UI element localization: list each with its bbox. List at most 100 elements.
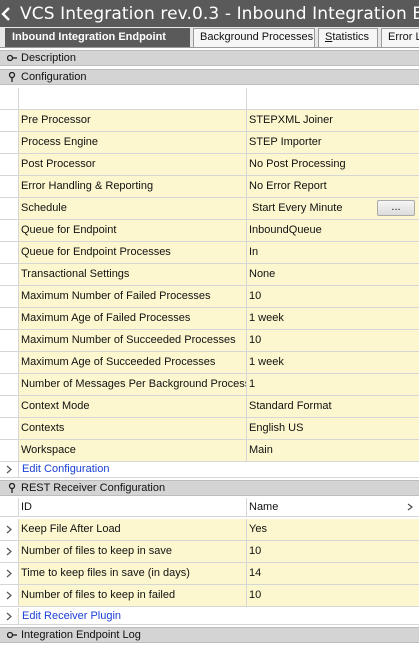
table-row[interactable]: Pre Processor STEPXML Joiner [0,110,419,132]
tab-statistics[interactable]: Statistics [318,28,378,47]
receiver-header-row: ID Name [0,498,419,517]
row-gutter [0,110,19,131]
column-header-name[interactable]: Name [247,498,419,516]
window-title: VCS Integration rev.0.3 - Inbound Integr… [20,3,419,24]
tab-inbound-integration-endpoint[interactable]: Inbound Integration Endpoint [5,28,190,47]
section-rest-receiver[interactable]: REST Receiver Configuration [0,480,419,496]
section-title: Integration Endpoint Log [21,629,141,641]
table-row[interactable]: Keep File After Load Yes [0,519,419,541]
table-row[interactable]: Maximum Age of Failed Processes 1 week [0,308,419,330]
edit-configuration-row: Edit Configuration [0,461,419,478]
row-gutter [0,132,19,153]
row-gutter [0,264,19,285]
table-row[interactable]: Time to keep files in save (in days) 14 [0,563,419,585]
row-value[interactable]: 10 [247,541,419,562]
row-key: Maximum Age of Succeeded Processes [19,352,247,373]
tab-error-log[interactable]: Error Log [381,28,419,47]
table-row[interactable]: Contexts English US [0,418,419,440]
row-key: Post Processor [19,154,247,175]
row-gutter [0,154,19,175]
row-value[interactable]: 14 [247,563,419,584]
right-arrow-icon [6,525,12,534]
pin-icon [5,481,19,495]
row-value[interactable]: No Error Report [247,176,419,197]
schedule-ellipsis-button[interactable]: ... [377,200,415,216]
row-key: Number of Messages Per Background Proces… [19,374,247,395]
table-row[interactable]: Maximum Age of Succeeded Processes 1 week [0,352,419,374]
row-gutter [0,418,19,439]
row-value[interactable]: 10 [247,585,419,606]
table-row[interactable]: Process Engine STEP Importer [0,132,419,154]
tab-bar: Inbound Integration Endpoint Background … [0,27,419,48]
section-title: Configuration [21,71,87,83]
tab-label: Inbound Integration Endpoint [12,31,166,43]
row-key: Workspace [19,440,247,461]
edit-configuration-link[interactable]: Edit Configuration [22,461,109,477]
row-gutter [0,352,19,373]
row-value[interactable]: Main [247,440,419,461]
section-title: Description [21,52,77,64]
right-arrow-icon [6,569,12,578]
row-gutter [0,440,19,461]
table-row[interactable]: Error Handling & Reporting No Error Repor… [0,176,419,198]
row-gutter [0,242,19,263]
row-value[interactable]: English US [247,418,419,439]
row-key: Process Engine [19,132,247,153]
tab-label: Background Processes [200,31,314,43]
row-value[interactable]: 1 week [247,352,419,373]
row-gutter [0,519,19,540]
section-configuration[interactable]: Configuration [0,69,419,85]
table-row[interactable]: Workspace Main [0,440,419,462]
column-header-id[interactable]: ID [19,498,247,516]
row-value[interactable]: None [247,264,419,285]
tab-label: Error Log [388,31,419,43]
section-integration-endpoint-log[interactable]: Integration Endpoint Log [0,627,419,643]
column-header-label: Name [249,501,279,513]
right-arrow-icon [6,612,12,621]
table-row[interactable]: Maximum Number of Failed Processes 10 [0,286,419,308]
right-arrow-icon [6,465,12,474]
table-row[interactable]: Queue for Endpoint InboundQueue [0,220,419,242]
row-key: Transactional Settings [19,264,247,285]
row-value[interactable]: 1 week [247,308,419,329]
row-value[interactable]: STEP Importer [247,132,419,153]
row-value[interactable]: STEPXML Joiner [247,110,419,131]
row-value[interactable]: Standard Format [247,396,419,417]
row-gutter [0,176,19,197]
row-gutter [0,541,19,562]
tab-background-processes[interactable]: Background Processes [193,28,315,47]
row-key: Schedule [19,198,247,219]
row-gutter [0,286,19,307]
table-row[interactable]: Context Mode Standard Format [0,396,419,418]
row-value[interactable]: 10 [247,286,419,307]
row-key: Queue for Endpoint Processes [19,242,247,263]
row-value[interactable]: 1 [247,374,419,395]
row-gutter [0,461,19,477]
row-gutter [0,585,19,606]
row-value[interactable]: InboundQueue [247,220,419,241]
row-value[interactable]: No Post Processing [247,154,419,175]
row-key: Pre Processor [19,110,247,131]
table-row[interactable]: Queue for Endpoint Processes In [0,242,419,264]
section-description[interactable]: Description [0,50,419,66]
row-value[interactable]: In [247,242,419,263]
row-gutter [0,220,19,241]
table-row[interactable]: Number of files to keep in save 10 [0,541,419,563]
row-key: Number of files to keep in failed [19,585,247,606]
row-key: Keep File After Load [19,519,247,540]
row-value[interactable]: 10 [247,330,419,351]
table-row[interactable]: Post Processor No Post Processing [0,154,419,176]
table-row[interactable]: Schedule Start Every Minute... [0,198,419,220]
back-button[interactable] [0,0,12,27]
row-value[interactable]: Yes [247,519,419,540]
collapsed-pin-icon [5,51,19,65]
table-row[interactable]: Number of files to keep in failed 10 [0,585,419,607]
row-key: Error Handling & Reporting [19,176,247,197]
table-row[interactable]: Maximum Number of Succeeded Processes 10 [0,330,419,352]
row-key: Time to keep files in save (in days) [19,563,247,584]
edit-receiver-plugin-link[interactable]: Edit Receiver Plugin [22,608,121,624]
schedule-button-wrap: ... [247,198,419,219]
right-arrow-icon [6,591,12,600]
table-row[interactable]: Transactional Settings None [0,264,419,286]
table-row[interactable]: Number of Messages Per Background Proces… [0,374,419,396]
